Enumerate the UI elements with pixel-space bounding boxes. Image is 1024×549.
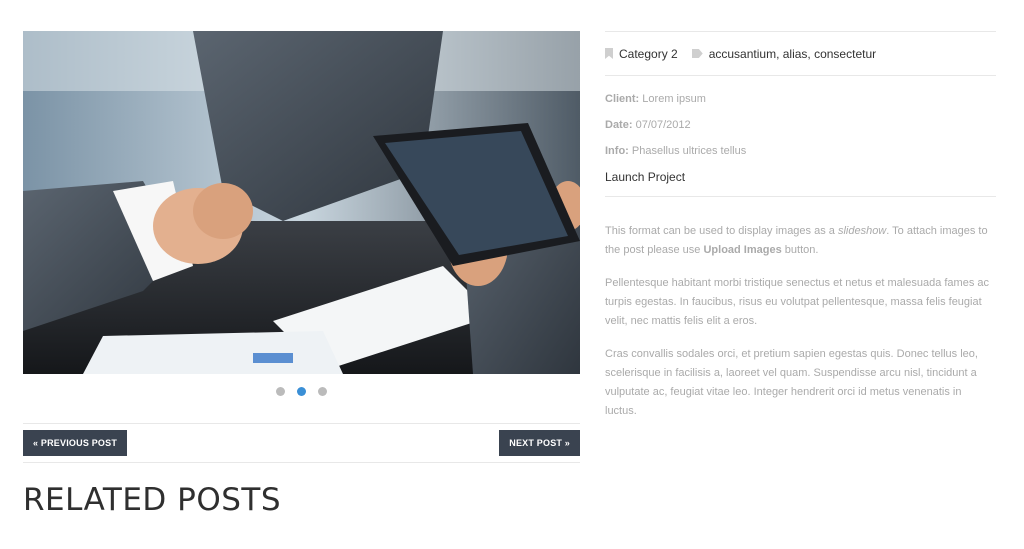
info-line: Info: Phasellus ultrices tellus (605, 144, 996, 159)
content-paragraph-1: This format can be used to display image… (605, 222, 996, 260)
content-paragraph-3: Cras convallis sodales orci, et pretium … (605, 348, 978, 417)
post-meta-column: Category 2 accusantium, alias, consectet… (605, 31, 996, 435)
category-tags-row: Category 2 accusantium, alias, consectet… (605, 31, 996, 75)
p1-bold: Upload Images (703, 244, 782, 256)
slider-image[interactable] (23, 31, 580, 374)
tag-icon (691, 49, 703, 58)
project-info: Client: Lorem ipsum Date: 07/07/2012 Inf… (605, 75, 996, 197)
post-navigation: « PREVIOUS POST NEXT POST » (23, 423, 580, 463)
info-label: Info: (605, 145, 629, 157)
date-line: Date: 07/07/2012 (605, 118, 996, 133)
slider-dot-3[interactable] (318, 387, 327, 396)
previous-post-button[interactable]: « PREVIOUS POST (23, 430, 128, 456)
post-content: This format can be used to display image… (605, 222, 996, 421)
client-line: Client: Lorem ipsum (605, 92, 996, 107)
date-value: 07/07/2012 (635, 119, 691, 131)
client-value: Lorem ipsum (642, 93, 706, 105)
slider-pagination (23, 385, 580, 397)
launch-project-link[interactable]: Launch Project (605, 170, 996, 185)
slider-dot-1[interactable] (276, 387, 285, 396)
category-link[interactable]: Category 2 (619, 47, 678, 61)
p1-italic: slideshow (837, 225, 887, 237)
related-posts-heading: RELATED POSTS (23, 482, 282, 518)
date-label: Date: (605, 119, 633, 131)
tags-list[interactable]: accusantium, alias, consectetur (709, 47, 876, 61)
p1-text-a: This format can be used to display image… (605, 225, 838, 237)
next-post-button[interactable]: NEXT POST » (499, 430, 580, 456)
handshake-photo (23, 31, 580, 374)
p1-text-e: button. (781, 244, 819, 256)
info-value: Phasellus ultrices tellus (631, 145, 747, 157)
content-paragraph-2: Pellentesque habitant morbi tristique se… (605, 277, 990, 327)
client-label: Client: (605, 93, 640, 105)
slider-dot-2[interactable] (297, 387, 306, 396)
bookmark-icon (605, 48, 613, 59)
